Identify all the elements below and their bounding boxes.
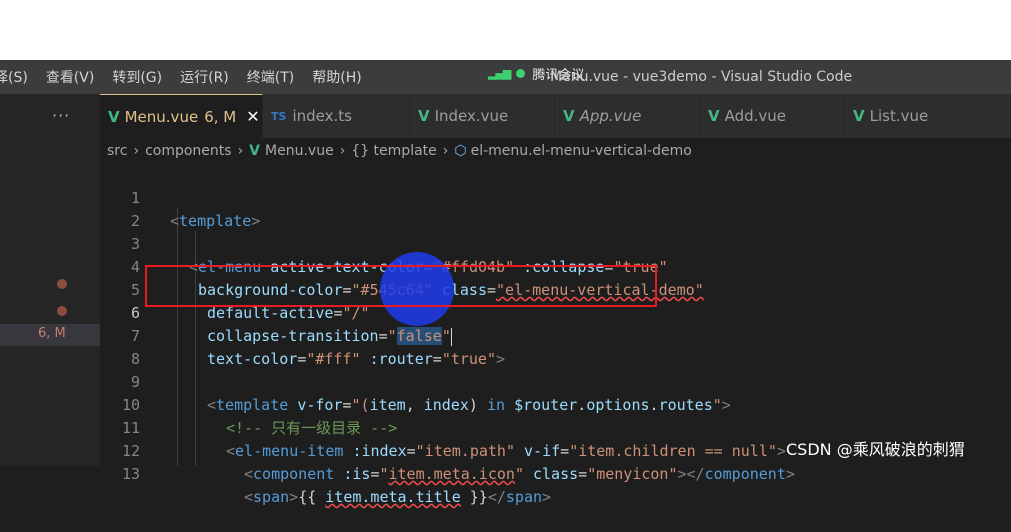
code-editor[interactable]: 1 <template> 2 3 <el-menu active-text-co… — [100, 162, 1011, 506]
modified-dot-icon — [57, 279, 67, 289]
chevron-right-icon: › — [339, 143, 346, 159]
chevron-right-icon: › — [442, 143, 449, 159]
vue-file-icon: V — [108, 107, 120, 126]
window-title: Menu.vue - vue3demo - Visual Studio Code — [550, 69, 853, 85]
tab-label: index.ts — [292, 107, 352, 125]
code-line[interactable]: <el-menu-item :index="item.path" v-if="i… — [226, 440, 786, 463]
line-number: 13 — [121, 465, 140, 483]
modified-dot-icon — [57, 306, 67, 316]
side-panel: ··· 6, M — [0, 94, 100, 466]
menu-item-terminal[interactable]: 终端(T) — [247, 67, 294, 87]
code-line[interactable]: <span>{{ item.meta.title }}</span> — [244, 486, 551, 509]
menu-item-selection[interactable]: 择(S) — [0, 67, 28, 87]
breadcrumb-element[interactable]: el-menu.el-menu-vertical-demo — [471, 143, 692, 159]
selected-text[interactable]: false — [396, 327, 442, 345]
open-editor-item[interactable]: 6, M — [0, 324, 100, 346]
breadcrumb-file[interactable]: Menu.vue — [265, 143, 334, 159]
tab-index-vue[interactable]: V Index.vue — [410, 94, 555, 138]
tab-status: 6, M — [204, 107, 237, 126]
signal-icon: ▂▄▆ — [488, 67, 511, 80]
title-bar: 择(S) 查看(V) 转到(G) 运行(R) 终端(T) 帮助(H) ▂▄▆ 腾… — [0, 60, 1011, 94]
watermark: CSDN @乘风破浪的刺猬 — [786, 440, 965, 459]
chevron-right-icon: › — [237, 143, 244, 159]
code-line[interactable]: collapse-transition="false" — [207, 325, 452, 348]
menu-item-help[interactable]: 帮助(H) — [312, 67, 361, 87]
tab-label: Menu.vue — [124, 107, 199, 126]
breadcrumb: src › components › V Menu.vue › {} templ… — [107, 140, 692, 162]
tab-label: Index.vue — [434, 107, 509, 125]
vue-file-icon: V — [418, 107, 430, 125]
problems-badge: 6, M — [38, 326, 66, 341]
tab-menu-vue[interactable]: V Menu.vue 6, M ✕ — [100, 94, 263, 138]
symbol-cube-icon: ⬡ — [454, 143, 467, 159]
menu-item-view[interactable]: 查看(V) — [46, 67, 95, 87]
tab-label: Add.vue — [724, 107, 787, 125]
vue-file-icon: V — [853, 107, 865, 125]
breadcrumb-template[interactable]: {} template — [351, 143, 436, 159]
tab-add-vue[interactable]: V Add.vue — [700, 94, 845, 138]
code-line[interactable]: <component :is="item.meta.icon" class="m… — [244, 463, 795, 486]
menu-bar: 择(S) 查看(V) 转到(G) 运行(R) 终端(T) 帮助(H) — [0, 60, 380, 94]
editor-tabs: V Menu.vue 6, M ✕ TS index.ts V Index.vu… — [100, 94, 1011, 138]
recording-dot-icon — [516, 69, 526, 78]
more-actions-icon[interactable]: ··· — [52, 106, 70, 125]
breadcrumb-src[interactable]: src — [107, 143, 127, 159]
text-caret — [450, 327, 452, 346]
menu-item-go[interactable]: 转到(G) — [112, 67, 162, 87]
breadcrumb-components[interactable]: components — [145, 143, 232, 159]
code-line[interactable]: <template> — [170, 210, 260, 233]
code-comment[interactable]: <!-- 只有一级目录 --> — [226, 417, 397, 440]
close-icon[interactable]: ✕ — [246, 107, 259, 126]
code-line[interactable]: <template v-for="(item, index) in $route… — [207, 394, 731, 417]
tab-list-vue[interactable]: V List.vue — [845, 94, 1011, 138]
indent-guide — [177, 208, 178, 466]
tab-label: List.vue — [869, 107, 929, 125]
tab-label: App.vue — [579, 107, 642, 125]
top-blank-area — [0, 0, 1011, 61]
code-line[interactable]: text-color="#fff" :router="true"> — [207, 348, 505, 371]
vue-file-icon: V — [708, 107, 720, 125]
vue-file-icon: V — [563, 107, 575, 125]
typescript-file-icon: TS — [271, 109, 287, 123]
tab-index-ts[interactable]: TS index.ts — [263, 94, 410, 138]
highlight-annotation-box — [145, 265, 657, 307]
chevron-right-icon: › — [133, 143, 140, 159]
vue-file-icon: V — [249, 143, 261, 159]
menu-item-run[interactable]: 运行(R) — [180, 67, 229, 87]
tab-app-vue[interactable]: V App.vue — [555, 94, 700, 138]
